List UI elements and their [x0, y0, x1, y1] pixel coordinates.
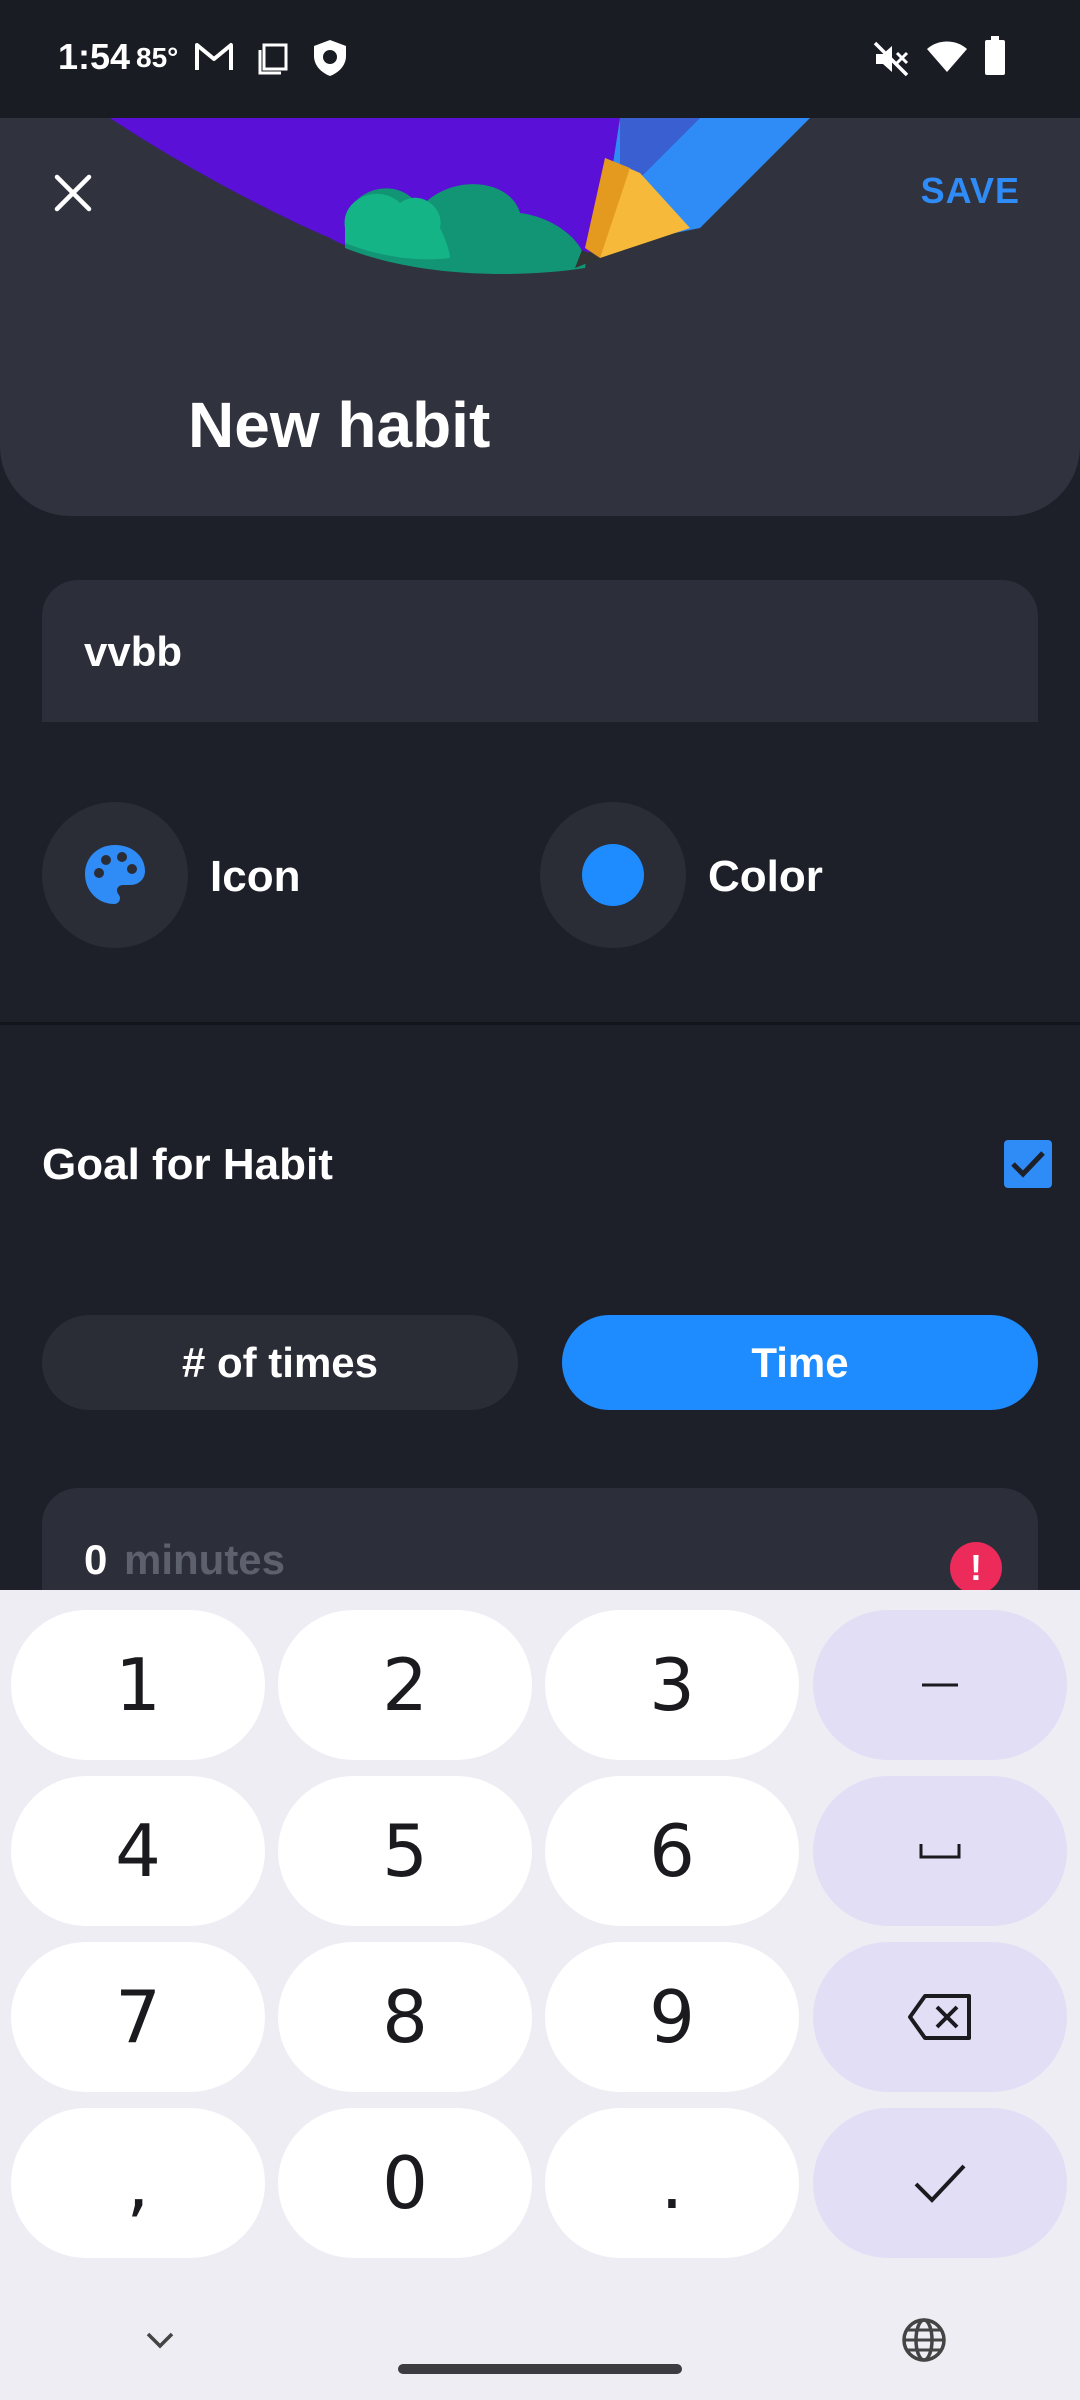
color-label: Color	[708, 852, 823, 901]
key-7[interactable]: 7	[11, 1942, 265, 2092]
battery-icon	[985, 36, 1005, 75]
section-divider	[0, 1022, 1080, 1025]
minutes-unit: minutes	[124, 1536, 286, 1583]
goal-label: Goal for Habit	[42, 1140, 333, 1189]
header: SAVE New habit	[0, 118, 1080, 516]
key-6[interactable]: 6	[545, 1776, 799, 1926]
checkmark-icon	[1011, 1151, 1045, 1178]
icon-label: Icon	[210, 852, 301, 901]
status-bar: 1:54 85°	[0, 0, 1080, 118]
key-period[interactable]: .	[545, 2108, 799, 2258]
key-2[interactable]: 2	[278, 1610, 532, 1760]
language-button[interactable]	[896, 2312, 952, 2368]
chevron-down-icon	[146, 2332, 174, 2349]
icon-picker-button[interactable]	[42, 802, 188, 948]
status-temperature: 85°	[136, 42, 179, 73]
key-4[interactable]: 4	[11, 1776, 265, 1926]
habit-name-value: vvbb	[84, 628, 183, 675]
key-9[interactable]: 9	[545, 1942, 799, 2092]
key-comma[interactable]: ,	[11, 2108, 265, 2258]
mute-icon	[873, 41, 909, 77]
wifi-icon	[927, 41, 967, 72]
screenshot-icon	[258, 43, 288, 75]
goal-type-times-button[interactable]: # of times	[42, 1315, 518, 1410]
done-check-icon	[914, 2164, 966, 2203]
key-3[interactable]: 3	[545, 1610, 799, 1760]
habit-name-field[interactable]: vvbb	[42, 580, 1038, 722]
goal-checkbox[interactable]	[1004, 1140, 1052, 1188]
color-swatch	[582, 844, 644, 906]
key-5[interactable]: 5	[278, 1776, 532, 1926]
space-icon	[919, 1844, 961, 1859]
key-space[interactable]	[813, 1776, 1067, 1926]
gmail-icon	[195, 43, 233, 70]
color-picker-button[interactable]	[540, 802, 686, 948]
palette-icon	[85, 845, 145, 904]
minutes-value: 0	[84, 1536, 108, 1583]
shield-icon	[314, 40, 346, 76]
header-illustration	[110, 118, 810, 274]
close-button[interactable]	[38, 158, 108, 228]
key-0[interactable]: 0	[278, 2108, 532, 2258]
goal-type-time-button[interactable]: Time	[562, 1315, 1038, 1410]
backspace-icon	[908, 1994, 971, 2040]
close-icon	[54, 174, 92, 212]
globe-icon	[902, 2318, 946, 2362]
key-8[interactable]: 8	[278, 1942, 532, 2092]
page-title: New habit	[188, 389, 491, 461]
status-time: 1:54	[58, 36, 131, 77]
save-button[interactable]: SAVE	[921, 170, 1020, 212]
error-icon: !	[950, 1542, 1002, 1594]
key-done[interactable]	[813, 2108, 1067, 2258]
minus-icon	[922, 1683, 958, 1687]
home-indicator[interactable]	[398, 2364, 682, 2374]
key-backspace[interactable]	[813, 1942, 1067, 2092]
hide-keyboard-button[interactable]	[136, 2320, 184, 2360]
key-minus[interactable]	[813, 1610, 1067, 1760]
key-1[interactable]: 1	[11, 1610, 265, 1760]
